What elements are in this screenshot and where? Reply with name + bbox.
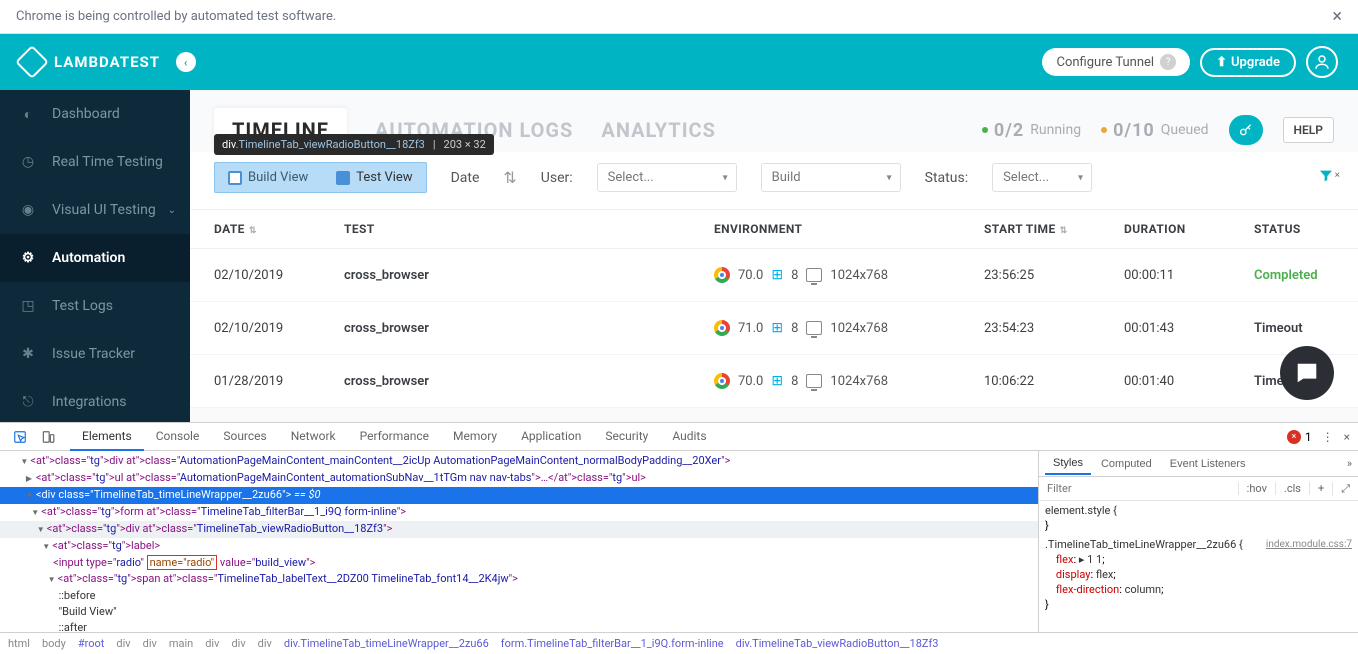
- dom-tree[interactable]: <at">class="tg">div at">class="Automatio…: [0, 451, 1038, 632]
- styles-tab-computed[interactable]: Computed: [1093, 454, 1160, 474]
- styles-pane: StylesComputedEvent Listeners » :hov .cls…: [1038, 451, 1358, 632]
- bug-icon: ✱: [18, 344, 38, 364]
- inspector-tooltip: div.TimelineTab_viewRadioButton__18Zf3|2…: [214, 134, 494, 155]
- monitor-icon: [806, 321, 822, 335]
- intercom-launcher[interactable]: [1280, 346, 1334, 400]
- queued-stat: 0/10Queued: [1101, 120, 1208, 141]
- devtools-settings-icon[interactable]: ⋮: [1322, 430, 1334, 444]
- sort-icon[interactable]: ⇅: [503, 168, 516, 187]
- filter-bar: Build View Test View Date ⇅ User: Select.…: [190, 152, 1358, 210]
- devtools-tab-audits[interactable]: Audits: [660, 423, 718, 451]
- devtools-tab-memory[interactable]: Memory: [441, 423, 509, 451]
- tab-analytics[interactable]: ANALYTICS: [601, 108, 716, 152]
- upgrade-arrow-icon: ⬆: [1216, 55, 1227, 70]
- devtools-tab-elements[interactable]: Elements: [70, 423, 144, 451]
- build-view-radio[interactable]: Build View: [214, 162, 322, 193]
- windows-icon: ⊞: [771, 320, 783, 336]
- user-select[interactable]: Select...: [597, 163, 737, 192]
- table-row[interactable]: 01/28/2019cross_browser70.0⊞81024x76810:…: [190, 355, 1358, 408]
- app-header: LAMBDATEST ‹ Configure Tunnel ? ⬆ Upgrad…: [0, 34, 1358, 90]
- sort-icon[interactable]: ⇅: [1060, 226, 1066, 236]
- brand: LAMBDATEST ‹: [20, 50, 196, 74]
- hov-toggle[interactable]: :hov: [1238, 482, 1275, 495]
- more-tabs-icon[interactable]: »: [1347, 457, 1352, 470]
- test-view-radio[interactable]: Test View: [322, 162, 426, 193]
- windows-icon: ⊞: [771, 267, 783, 283]
- plug-icon: ⎋: [18, 392, 38, 412]
- brand-logo-icon: [15, 45, 49, 79]
- configure-tunnel-button[interactable]: Configure Tunnel ?: [1042, 48, 1190, 76]
- main-panel: TIMELINE AUTOMATION LOGS ANALYTICS div.T…: [190, 90, 1358, 422]
- monitor-icon: [806, 374, 822, 388]
- styles-tab-styles[interactable]: Styles: [1045, 453, 1091, 475]
- brand-name: LAMBDATEST: [54, 53, 160, 71]
- avatar[interactable]: [1306, 46, 1338, 78]
- sidebar-item-issues[interactable]: ✱Issue Tracker: [0, 330, 190, 378]
- devtools-tab-sources[interactable]: Sources: [211, 423, 278, 451]
- gauge-icon: ◐: [18, 104, 38, 124]
- help-button[interactable]: HELP: [1283, 117, 1334, 143]
- monitor-icon: [806, 268, 822, 282]
- eye-icon: ◉: [18, 200, 38, 220]
- cube-icon: ◳: [18, 296, 38, 316]
- dom-breadcrumb[interactable]: htmlbody#rootdivdivmaindivdivdivdiv.Time…: [0, 632, 1358, 654]
- table-row[interactable]: 02/10/2019cross_browser70.0⊞81024x76823:…: [190, 249, 1358, 302]
- devtools-tab-network[interactable]: Network: [279, 423, 348, 451]
- clear-filter-button[interactable]: ×: [1318, 168, 1334, 188]
- devtools-close-icon[interactable]: ×: [1344, 430, 1350, 444]
- windows-icon: ⊞: [771, 373, 783, 389]
- styles-filter-input[interactable]: [1039, 482, 1238, 495]
- sidebar-item-integrations[interactable]: ⎋Integrations: [0, 378, 190, 426]
- table-row[interactable]: 02/10/2019cross_browser71.0⊞81024x76823:…: [190, 302, 1358, 355]
- inspect-element-icon[interactable]: [8, 426, 32, 448]
- robot-icon: ⚙: [18, 248, 38, 268]
- status-select[interactable]: Select...: [992, 163, 1092, 192]
- view-toggle: Build View Test View: [214, 162, 427, 193]
- devtools-toolbar: ElementsConsoleSourcesNetworkPerformance…: [0, 423, 1358, 451]
- automation-banner: Chrome is being controlled by automated …: [0, 0, 1358, 34]
- date-filter-label: Date: [451, 170, 480, 186]
- chrome-icon: [714, 320, 730, 336]
- selected-dom-node[interactable]: <div class="TimelineTab_timeLineWrapper_…: [0, 487, 1038, 504]
- sidebar-item-realtime[interactable]: ◷Real Time Testing: [0, 138, 190, 186]
- devtools-tab-security[interactable]: Security: [593, 423, 660, 451]
- devtools-tab-console[interactable]: Console: [144, 423, 212, 451]
- sidebar-collapse-toggle[interactable]: ‹: [176, 52, 196, 72]
- device-toolbar-icon[interactable]: [36, 426, 60, 448]
- sidebar-item-dashboard[interactable]: ◐Dashboard: [0, 90, 190, 138]
- running-stat: 0/2Running: [982, 120, 1081, 141]
- clock-icon: ◷: [18, 152, 38, 172]
- cls-toggle[interactable]: .cls: [1275, 482, 1309, 495]
- new-rule-button[interactable]: +: [1309, 482, 1332, 495]
- sidebar-item-automation[interactable]: ⚙Automation: [0, 234, 190, 282]
- table-body: 02/10/2019cross_browser70.0⊞81024x76823:…: [190, 249, 1358, 408]
- pin-icon[interactable]: ⤢: [1332, 482, 1358, 496]
- chevron-down-icon: ⌄: [168, 205, 176, 216]
- styles-rules[interactable]: element.style { } .TimelineTab_timeLineW…: [1039, 501, 1358, 632]
- access-key-button[interactable]: [1229, 115, 1263, 145]
- subnav-tabs: TIMELINE AUTOMATION LOGS ANALYTICS div.T…: [190, 90, 1358, 152]
- chrome-icon: [714, 267, 730, 283]
- devtools-panel: ElementsConsoleSourcesNetworkPerformance…: [0, 422, 1358, 654]
- help-icon: ?: [1160, 54, 1176, 70]
- styles-tab-event-listeners[interactable]: Event Listeners: [1162, 454, 1254, 474]
- devtools-tab-performance[interactable]: Performance: [348, 423, 441, 451]
- sidebar-item-visual[interactable]: ◉Visual UI Testing⌄: [0, 186, 190, 234]
- upgrade-button[interactable]: ⬆ Upgrade: [1200, 48, 1296, 77]
- sidebar-item-testlogs[interactable]: ◳Test Logs: [0, 282, 190, 330]
- user-filter-label: User:: [541, 170, 573, 186]
- error-badge[interactable]: ×1: [1287, 430, 1312, 444]
- close-icon[interactable]: ×: [1332, 6, 1342, 27]
- chrome-icon: [714, 373, 730, 389]
- build-select[interactable]: Build: [761, 163, 901, 192]
- automation-banner-text: Chrome is being controlled by automated …: [16, 9, 336, 24]
- sort-icon[interactable]: ⇅: [249, 226, 255, 236]
- devtools-tab-application[interactable]: Application: [509, 423, 593, 451]
- sidebar: ◐Dashboard ◷Real Time Testing ◉Visual UI…: [0, 90, 190, 422]
- table-header: DATE⇅ TEST ENVIRONMENT START TIME⇅ DURAT…: [190, 210, 1358, 249]
- status-filter-label: Status:: [925, 170, 968, 186]
